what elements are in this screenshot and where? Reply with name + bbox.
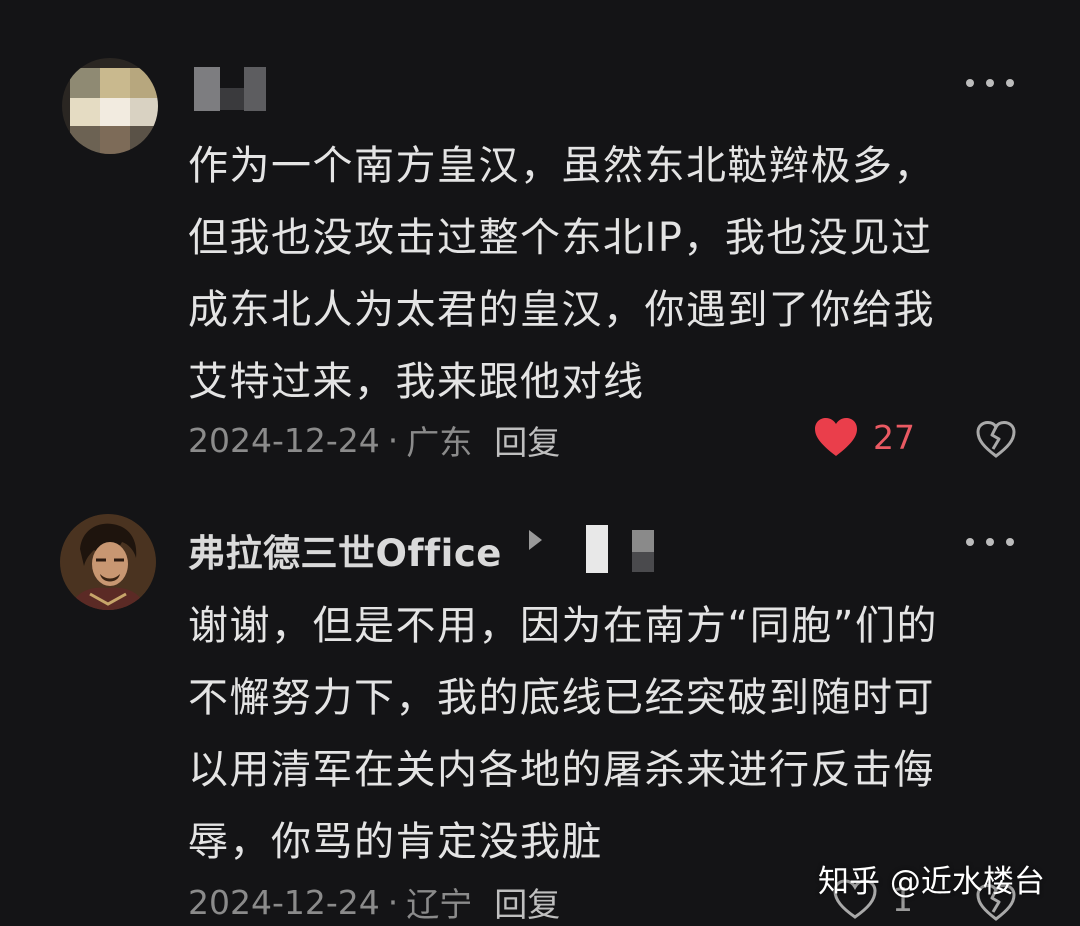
like-count: 27 — [873, 417, 915, 457]
more-icon — [966, 538, 974, 546]
redacted-username — [632, 530, 654, 552]
avatar[interactable] — [62, 58, 158, 154]
comment-text-line: 成东北人为太君的皇汉，你遇到了你给我 — [188, 287, 935, 333]
avatar-pixel — [130, 68, 158, 98]
more-icon — [1006, 79, 1014, 87]
avatar-portrait — [60, 514, 156, 610]
avatar-pixel — [70, 68, 100, 98]
redacted-username — [632, 552, 654, 572]
comment-date: 2024-12-24 — [188, 420, 380, 460]
broken-heart-icon[interactable] — [975, 419, 1017, 459]
meta-separator: · — [387, 420, 399, 460]
avatar-pixel — [100, 126, 130, 154]
play-arrow-icon — [529, 530, 542, 550]
avatar-pixel — [70, 98, 100, 126]
reply-button[interactable]: 回复 — [494, 878, 560, 926]
more-options-button[interactable] — [960, 71, 1020, 95]
redacted-username — [586, 525, 608, 573]
comment-text-line: 谢谢，但是不用，因为在南方“同胞”们的 — [188, 603, 938, 649]
redacted-username — [244, 67, 266, 111]
comment-meta: 2024-12-24 · 广东 回复 — [188, 416, 560, 464]
comment-item: 作为一个南方皇汉，虽然东北鞑辫极多， 但我也没攻击过整个东北IP，我也没见过 成… — [0, 0, 1080, 480]
comment-location: 广东 — [406, 423, 473, 462]
comment-text-line: 作为一个南方皇汉，虽然东北鞑辫极多， — [188, 143, 935, 189]
avatar-pixel — [70, 126, 100, 154]
comment-text-line: 艾特过来，我来跟他对线 — [188, 359, 645, 405]
redacted-username — [194, 67, 220, 111]
like-button[interactable]: 27 — [813, 416, 915, 458]
comment-text: 作为一个南方皇汉，虽然东北鞑辫极多， 但我也没攻击过整个东北IP，我也没见过 成… — [188, 130, 1028, 418]
redacted-username — [220, 88, 244, 110]
reply-button[interactable]: 回复 — [494, 416, 560, 464]
avatar-pixel — [130, 98, 158, 126]
comment-text-line: 以用清军在关内各地的屠杀来进行反击侮 — [188, 747, 935, 793]
avatar[interactable] — [60, 514, 156, 610]
meta-separator: · — [387, 882, 399, 922]
more-icon — [986, 538, 994, 546]
zhihu-watermark: 知乎 @近水楼台 — [818, 864, 1045, 900]
more-options-button[interactable] — [960, 530, 1020, 554]
comment-text: 谢谢，但是不用，因为在南方“同胞”们的 不懈努力下，我的底线已经突破到随时可 以… — [188, 590, 1028, 878]
heart-icon — [815, 418, 857, 456]
comment-text-line: 不懈努力下，我的底线已经突破到随时可 — [188, 675, 935, 721]
comment-date: 2024-12-24 — [188, 882, 380, 922]
username[interactable]: 弗拉德三世Office — [188, 523, 502, 577]
avatar-pixel — [130, 126, 158, 154]
comment-location: 辽宁 — [406, 885, 473, 924]
comment-item: 弗拉德三世Office 谢谢，但是不用，因为在南方“同胞”们的 不懈努力下，我的… — [0, 480, 1080, 924]
avatar-pixel — [100, 68, 130, 98]
comment-text-line: 但我也没攻击过整个东北IP，我也没见过 — [188, 215, 933, 261]
more-icon — [966, 79, 974, 87]
more-icon — [986, 79, 994, 87]
comment-meta: 2024-12-24 · 辽宁 回复 — [188, 878, 560, 926]
more-icon — [1006, 538, 1014, 546]
avatar-pixel — [100, 98, 130, 126]
